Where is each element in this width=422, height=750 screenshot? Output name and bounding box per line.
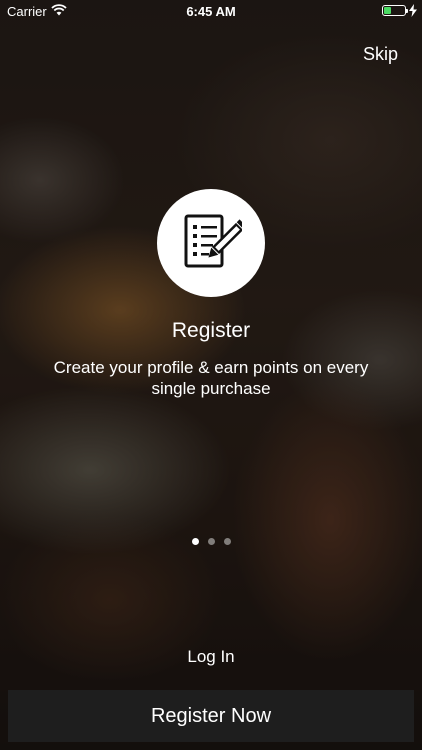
battery-cap xyxy=(406,9,408,13)
status-bar: Carrier 6:45 AM xyxy=(0,0,422,22)
charging-bolt-icon xyxy=(409,4,417,17)
skip-button[interactable]: Skip xyxy=(363,44,398,65)
onboarding-title: Register xyxy=(171,319,251,342)
page-dot-2[interactable] xyxy=(207,538,215,545)
battery-icon xyxy=(382,5,408,16)
login-button[interactable]: Log In xyxy=(0,647,422,667)
page-dot-3[interactable] xyxy=(223,538,231,545)
battery-level xyxy=(384,7,391,14)
clock: 6:45 AM xyxy=(186,4,236,19)
register-now-button[interactable]: Register Now xyxy=(8,690,414,742)
page-dot-1[interactable] xyxy=(191,538,199,545)
page-indicator[interactable] xyxy=(0,538,422,545)
register-icon-circle xyxy=(157,189,265,297)
onboarding-description: Create your profile & earn points on eve… xyxy=(53,358,369,398)
register-document-pencil-icon xyxy=(184,214,242,268)
